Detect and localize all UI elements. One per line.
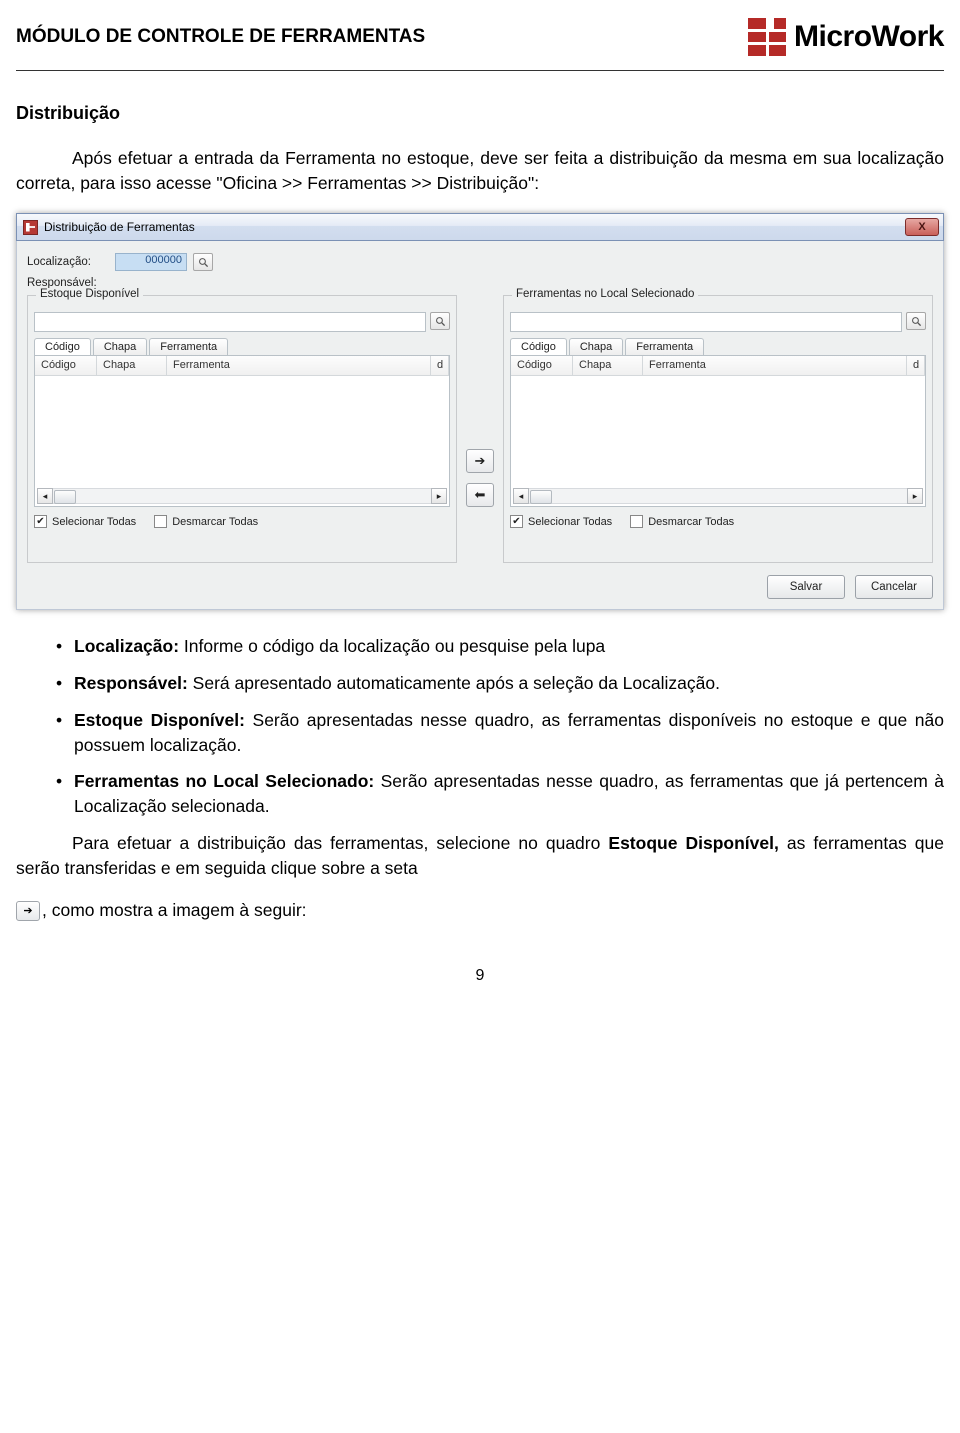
deselect-all-label: Desmarcar Todas <box>648 516 734 528</box>
page-number: 9 <box>16 967 944 985</box>
scroll-right-icon[interactable]: ▸ <box>431 488 447 504</box>
local-deselect-all[interactable]: Desmarcar Todas <box>630 515 734 528</box>
col-extra[interactable]: d <box>907 356 925 375</box>
dialog-titlebar[interactable]: Distribuição de Ferramentas X <box>16 213 944 241</box>
scroll-left-icon[interactable]: ◂ <box>513 488 529 504</box>
checkbox-checked-icon: ✔ <box>510 515 523 528</box>
estoque-hscrollbar[interactable]: ◂ ▸ <box>37 488 447 504</box>
local-selecionado-panel: Ferramentas no Local Selecionado Código … <box>503 295 933 563</box>
cancelar-button[interactable]: Cancelar <box>855 575 933 599</box>
field-descriptions: Localização: Informe o código da localiz… <box>16 634 944 819</box>
header-divider <box>16 70 944 71</box>
deselect-all-label: Desmarcar Todas <box>172 516 258 528</box>
section-heading: Distribuição <box>16 103 944 124</box>
local-select-all[interactable]: ✔ Selecionar Todas <box>510 515 612 528</box>
tab-ferramenta[interactable]: Ferramenta <box>149 338 228 356</box>
local-search-input[interactable] <box>510 312 902 332</box>
distribution-dialog: Distribuição de Ferramentas X Localizaçã… <box>16 213 944 610</box>
search-icon <box>435 316 446 327</box>
estoque-search-button[interactable] <box>430 312 450 330</box>
scroll-right-icon[interactable]: ▸ <box>907 488 923 504</box>
estoque-grid[interactable]: Código Chapa Ferramenta d ◂ ▸ <box>34 355 450 507</box>
search-icon <box>911 316 922 327</box>
scroll-left-icon[interactable]: ◂ <box>37 488 53 504</box>
closing-paragraph-2: ➔, como mostra a imagem à seguir: <box>16 898 944 923</box>
close-icon: X <box>918 221 925 233</box>
bullet-estoque: Estoque Disponível: Serão apresentadas n… <box>56 708 944 758</box>
bullet-responsavel: Responsável: Será apresentado automatica… <box>56 671 944 696</box>
transfer-right-button[interactable]: ➔ <box>466 449 494 473</box>
local-search-button[interactable] <box>906 312 926 330</box>
search-icon <box>198 257 209 268</box>
estoque-search-input[interactable] <box>34 312 426 332</box>
tab-codigo[interactable]: Código <box>510 338 567 356</box>
tab-ferramenta[interactable]: Ferramenta <box>625 338 704 356</box>
estoque-disponivel-panel: Estoque Disponível Código Chapa Ferramen… <box>27 295 457 563</box>
tab-codigo[interactable]: Código <box>34 338 91 356</box>
checkbox-checked-icon: ✔ <box>34 515 47 528</box>
localizacao-label: Localização: <box>27 256 109 268</box>
closing-paragraph: Para efetuar a distribuição das ferramen… <box>16 831 944 880</box>
col-codigo[interactable]: Código <box>511 356 573 375</box>
local-hscrollbar[interactable]: ◂ ▸ <box>513 488 923 504</box>
checkbox-icon <box>154 515 167 528</box>
intro-paragraph: Após efetuar a entrada da Ferramenta no … <box>16 146 944 195</box>
bullet-local: Ferramentas no Local Selecionado: Serão … <box>56 769 944 819</box>
estoque-deselect-all[interactable]: Desmarcar Todas <box>154 515 258 528</box>
brand-logo: MicroWork <box>748 18 944 56</box>
col-extra[interactable]: d <box>431 356 449 375</box>
transfer-right-inline-icon: ➔ <box>16 901 40 921</box>
col-chapa[interactable]: Chapa <box>97 356 167 375</box>
estoque-select-all[interactable]: ✔ Selecionar Todas <box>34 515 136 528</box>
col-ferramenta[interactable]: Ferramenta <box>167 356 431 375</box>
scroll-thumb[interactable] <box>54 490 76 504</box>
col-chapa[interactable]: Chapa <box>573 356 643 375</box>
col-codigo[interactable]: Código <box>35 356 97 375</box>
transfer-left-button[interactable]: ⬅ <box>466 483 494 507</box>
select-all-label: Selecionar Todas <box>528 516 612 528</box>
tab-chapa[interactable]: Chapa <box>569 338 623 356</box>
estoque-legend: Estoque Disponível <box>36 288 143 300</box>
page-title: MÓDULO DE CONTROLE DE FERRAMENTAS <box>16 26 425 48</box>
local-legend: Ferramentas no Local Selecionado <box>512 288 698 300</box>
checkbox-icon <box>630 515 643 528</box>
localizacao-search-button[interactable] <box>193 253 213 271</box>
microwork-icon <box>748 18 786 56</box>
bullet-localizacao: Localização: Informe o código da localiz… <box>56 634 944 659</box>
brand-text: MicroWork <box>794 20 944 54</box>
arrow-right-icon: ➔ <box>475 453 486 469</box>
select-all-label: Selecionar Todas <box>52 516 136 528</box>
dialog-title-text: Distribuição de Ferramentas <box>44 220 195 234</box>
salvar-button[interactable]: Salvar <box>767 575 845 599</box>
scroll-thumb[interactable] <box>530 490 552 504</box>
tab-chapa[interactable]: Chapa <box>93 338 147 356</box>
col-ferramenta[interactable]: Ferramenta <box>643 356 907 375</box>
close-button[interactable]: X <box>905 218 939 236</box>
localizacao-input[interactable]: 000000 <box>115 253 187 271</box>
app-icon <box>23 220 38 235</box>
local-grid[interactable]: Código Chapa Ferramenta d ◂ ▸ <box>510 355 926 507</box>
arrow-left-icon: ⬅ <box>475 487 486 503</box>
